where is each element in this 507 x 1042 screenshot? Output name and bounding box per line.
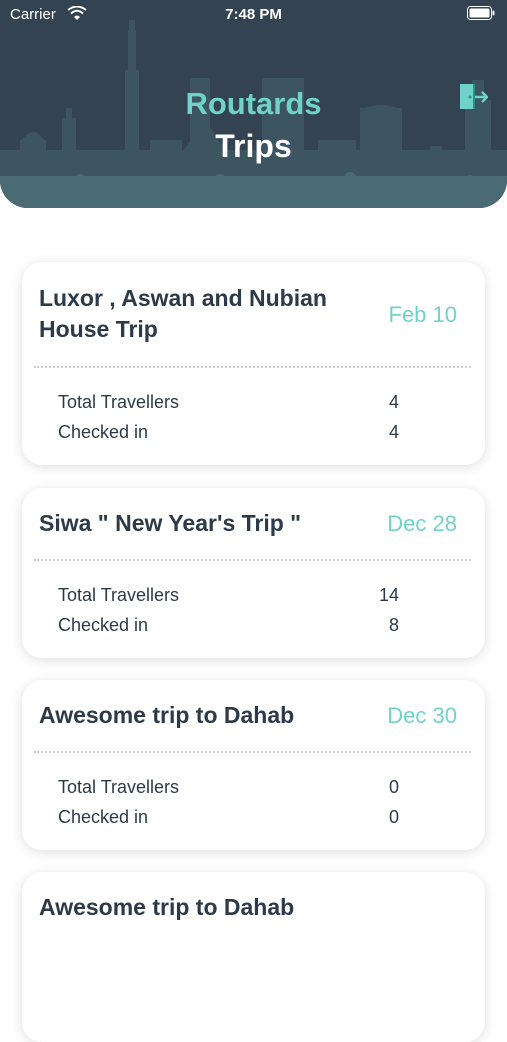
trip-name: Luxor , Aswan and Nubian House Trip [39, 285, 327, 342]
total-travellers-label: Total Travellers [58, 777, 180, 797]
total-travellers-value: 14 [378, 585, 399, 605]
card-divider [34, 751, 471, 753]
trip-card[interactable]: Luxor , Aswan and Nubian House Trip Feb … [22, 262, 485, 465]
clock-time: 7:48 PM [225, 6, 282, 23]
page-title: Trips [215, 128, 292, 164]
total-travellers-label: Total Travellers [58, 392, 180, 412]
checked-in-value: 8 [388, 615, 399, 635]
trip-card[interactable]: Siwa " New Year's Trip " Dec 28 Total Tr… [22, 488, 485, 658]
trip-name: Siwa " New Year's Trip " [39, 510, 302, 536]
total-travellers-value: 4 [388, 392, 399, 412]
trip-date: Dec 30 [387, 703, 457, 728]
header: Carrier 7:48 PM Routards Trips [0, 0, 507, 208]
checked-in-value: 4 [388, 422, 399, 442]
checked-in-label: Checked in [58, 615, 149, 635]
checked-in-value: 0 [388, 807, 399, 827]
logout-icon[interactable] [458, 81, 488, 113]
checked-in-label: Checked in [58, 807, 149, 827]
status-bar: Carrier 7:48 PM [0, 0, 507, 30]
trip-date: Dec 28 [387, 511, 457, 536]
total-travellers-value: 0 [388, 777, 399, 797]
trip-name: Awesome trip to Dahab [39, 894, 295, 920]
card-divider [34, 366, 471, 368]
checked-in-label: Checked in [58, 422, 149, 442]
app-title: Routards [185, 86, 322, 121]
battery-icon [467, 6, 495, 20]
trip-card[interactable]: Awesome trip to Dahab [22, 872, 485, 1042]
total-travellers-label: Total Travellers [58, 585, 180, 605]
trip-date: Feb 10 [388, 302, 458, 327]
trip-card[interactable]: Awesome trip to Dahab Dec 30 Total Trave… [22, 680, 485, 850]
trip-name: Awesome trip to Dahab [39, 702, 295, 728]
card-divider [34, 559, 471, 561]
